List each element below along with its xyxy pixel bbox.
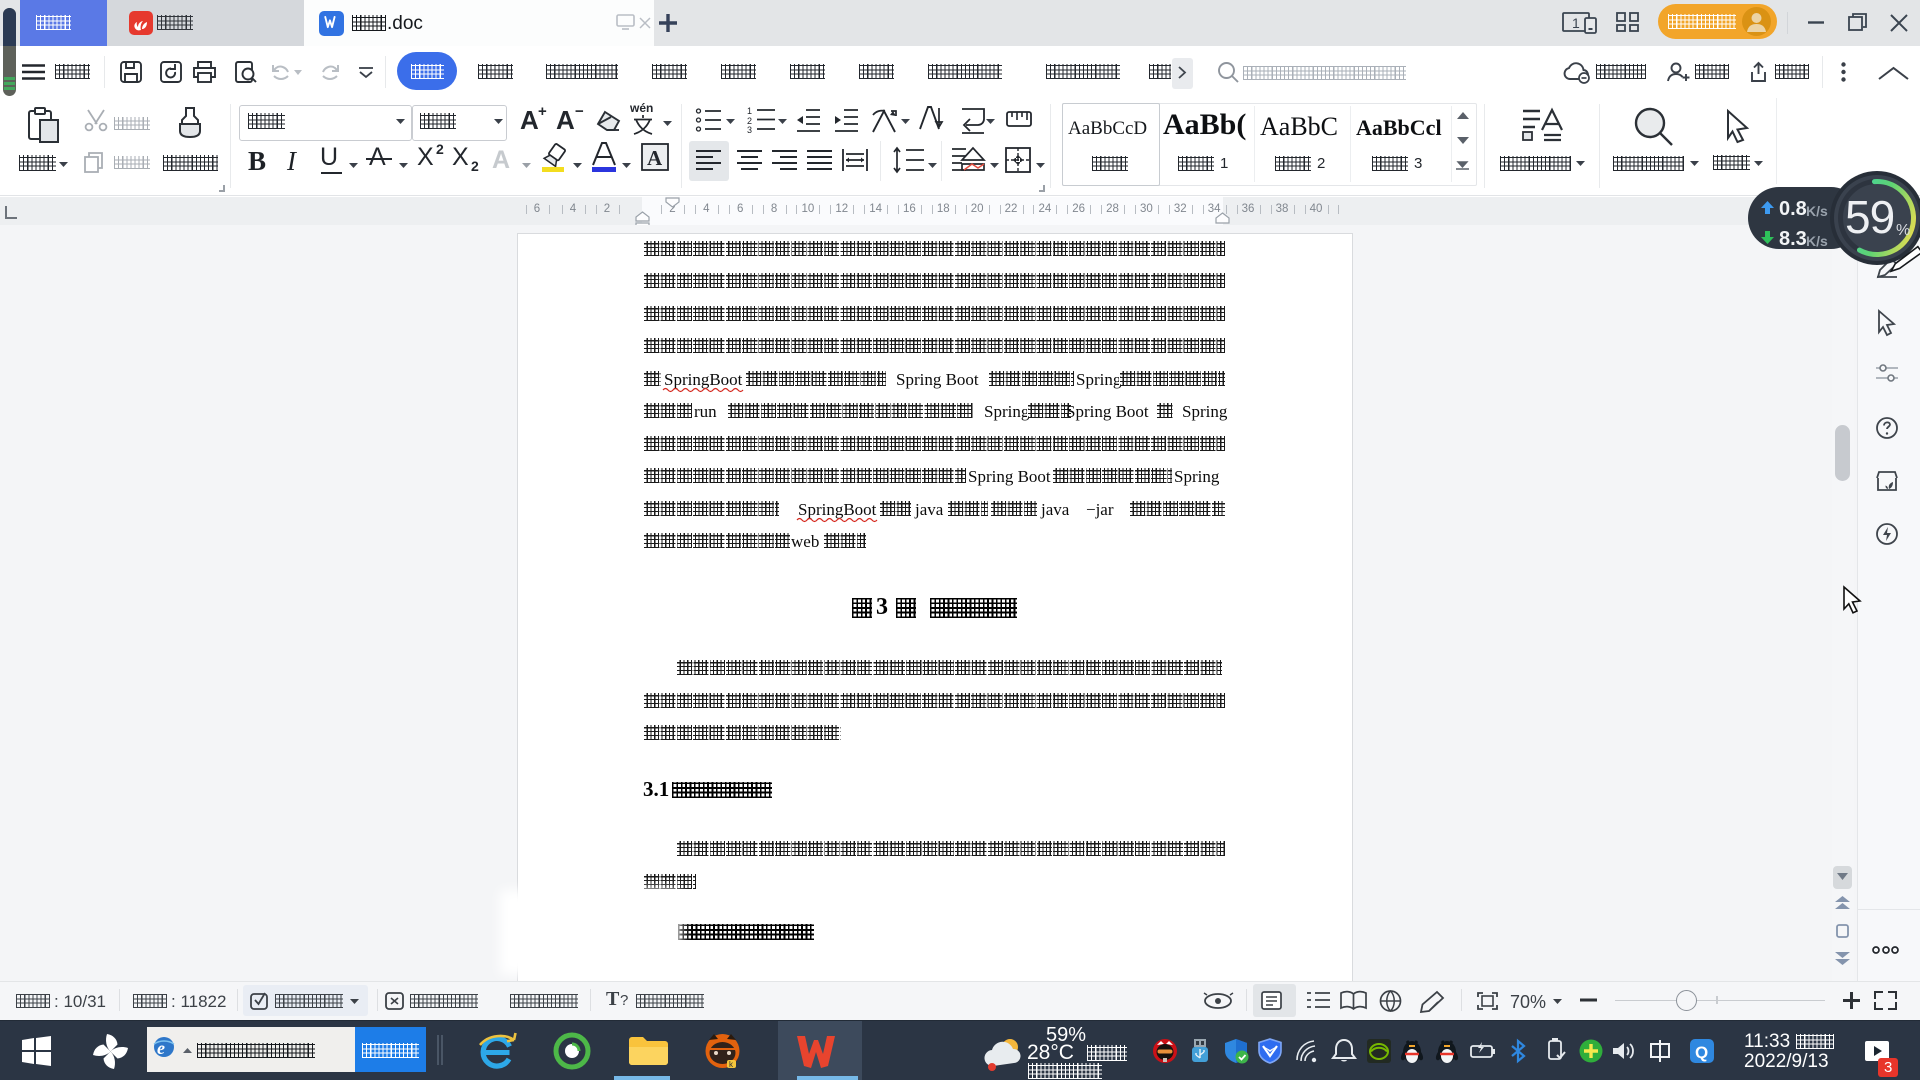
svg-text:3: 3 [747,125,752,135]
svg-text:A: A [647,146,663,170]
svg-text:1: 1 [1572,15,1580,31]
svg-text:1: 1 [747,106,752,116]
svg-text:Q: Q [1695,1043,1708,1062]
